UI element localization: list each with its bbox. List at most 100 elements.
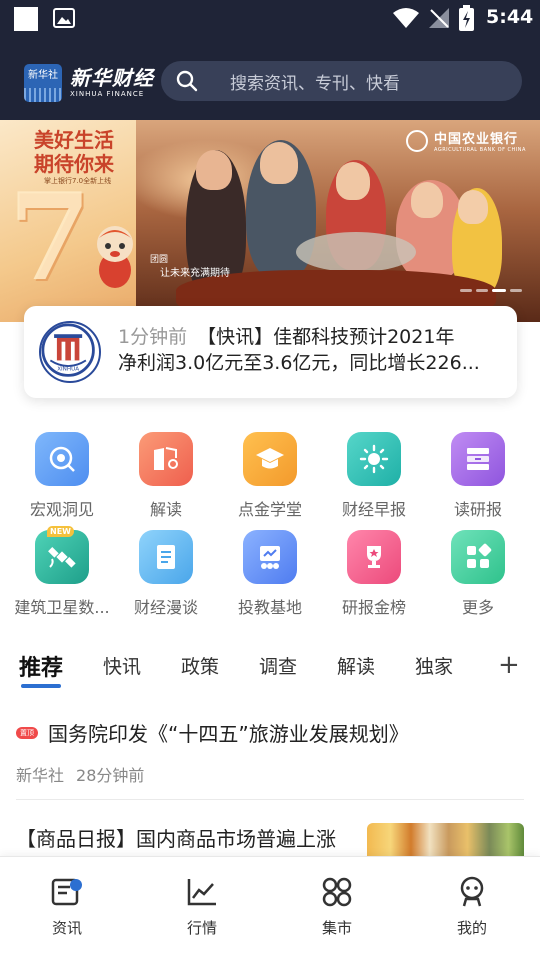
nav-profile[interactable]: 我的 xyxy=(432,875,512,938)
search-icon xyxy=(176,70,198,92)
tab-exclusive[interactable]: 独家 xyxy=(415,652,453,679)
battery-charging-icon xyxy=(459,5,474,31)
grid-item-interpretation[interactable]: 解读 xyxy=(114,432,218,520)
news-flash-card[interactable]: XINHUA 1分钟前 【快讯】佳都科技预计2021年 净利润3.0亿元至3.6亿… xyxy=(24,306,517,398)
app-logo[interactable]: 新华社 新华财经 XINHUA FINANCE xyxy=(24,64,154,102)
classroom-icon xyxy=(243,530,297,584)
grid-label: 解读 xyxy=(149,500,182,519)
nav-label: 资讯 xyxy=(51,919,82,937)
news-icon xyxy=(51,878,82,906)
grid-item-macro-insight[interactable]: 宏观洞见 xyxy=(10,432,114,520)
article-title[interactable]: 【商品日报】国内商品市场普遍上涨 xyxy=(16,824,356,854)
banner-pager-dots[interactable] xyxy=(460,289,522,292)
status-time: 5:44 xyxy=(486,6,534,28)
image-notification-icon xyxy=(53,8,75,28)
graduation-cap-icon xyxy=(243,432,297,486)
bank-name-en: AGRICULTURAL BANK OF CHINA xyxy=(434,147,526,153)
news-flash-text: 1分钟前 【快讯】佳都科技预计2021年 净利润3.0亿元至3.6亿元，同比增长2… xyxy=(118,324,506,376)
grid-label: 建筑卫星数... xyxy=(14,598,110,617)
nav-news[interactable]: 资讯 xyxy=(27,875,107,938)
profile-icon xyxy=(460,876,484,907)
article-title-row[interactable]: 置顶 国务院印发《“十四五”旅游业发展规划》 xyxy=(16,718,409,747)
sun-icon xyxy=(347,432,401,486)
tab-recommended[interactable]: 推荐 xyxy=(19,650,63,682)
tab-policy[interactable]: 政策 xyxy=(181,652,219,679)
nav-label: 集市 xyxy=(321,919,352,937)
grid-label: 财经漫谈 xyxy=(133,598,198,617)
abc-bank-icon xyxy=(406,129,428,152)
xinhua-emblem-icon: XINHUA xyxy=(39,321,101,383)
add-tab-button[interactable]: + xyxy=(498,650,520,680)
tab-interpretation[interactable]: 解读 xyxy=(337,652,375,679)
document-icon xyxy=(139,530,193,584)
grid-item-research-report[interactable]: 读研报 xyxy=(426,432,530,520)
pager-dot xyxy=(476,289,488,292)
new-badge: NEW xyxy=(47,526,74,537)
grid-item-morning-report[interactable]: 财经早报 xyxy=(322,432,426,520)
article-meta: 新华社 28分钟前 xyxy=(16,762,144,786)
logo-cn: 新华财经 xyxy=(70,66,154,90)
bottom-navigation: 资讯 行情 集市 我的 xyxy=(0,856,540,960)
tab-active-indicator xyxy=(21,684,61,688)
report-stack-icon xyxy=(451,432,505,486)
article-divider xyxy=(16,799,524,800)
article-title: 国务院印发《“十四五”旅游业发展规划》 xyxy=(48,722,409,746)
emblem-text: XINHUA xyxy=(57,367,79,373)
grid-label: 读研报 xyxy=(453,500,502,519)
pager-dot xyxy=(510,289,522,292)
promo-banner[interactable]: 7 美好生活 期待你来 掌上银行7.0全新上线 中国农业银行 AGRICULTU… xyxy=(0,120,540,322)
tab-flash[interactable]: 快讯 xyxy=(103,652,141,679)
nav-label: 行情 xyxy=(186,919,217,937)
trophy-icon xyxy=(347,530,401,584)
search-bar[interactable]: 搜索资讯、专刊、快看 xyxy=(161,61,522,101)
book-search-icon xyxy=(139,432,193,486)
article-thumbnail[interactable] xyxy=(367,823,524,857)
bank-name-cn: 中国农业银行 xyxy=(434,132,519,147)
more-grid-icon xyxy=(451,530,505,584)
no-signal-icon xyxy=(429,8,449,28)
grid-item-academy[interactable]: 点金学堂 xyxy=(218,432,322,520)
banner-left-panel: 7 美好生活 期待你来 掌上银行7.0全新上线 xyxy=(0,120,136,322)
grid-label: 财经早报 xyxy=(341,500,406,519)
logo-badge-text: 新华社 xyxy=(28,70,58,81)
grid-label: 点金学堂 xyxy=(237,500,302,519)
banner-big-number: 7 xyxy=(8,167,92,308)
logo-en: XINHUA FINANCE xyxy=(70,90,145,98)
xinhua-badge-icon: 新华社 xyxy=(24,64,62,102)
banner-slogan-line2: 期待你来 xyxy=(34,152,114,176)
nav-marketplace[interactable]: 集市 xyxy=(297,875,377,938)
status-bar: 5:44 xyxy=(0,0,540,38)
pinned-tag: 置顶 xyxy=(16,726,38,739)
tab-survey[interactable]: 调查 xyxy=(259,652,297,679)
grid-label: 宏观洞见 xyxy=(29,500,94,519)
tiger-mascot-icon xyxy=(97,226,133,288)
news-time: 1分钟前 xyxy=(118,326,188,348)
article-source: 新华社 xyxy=(16,766,65,785)
emblem-graphic: XINHUA xyxy=(41,323,95,377)
article-time: 28分钟前 xyxy=(76,766,145,785)
notification-square-icon xyxy=(14,7,38,31)
grid-item-investor-education[interactable]: 投教基地 xyxy=(218,530,322,618)
grid-label: 研报金榜 xyxy=(341,598,406,617)
grid-item-research-ranking[interactable]: 研报金榜 xyxy=(322,530,426,618)
binoculars-icon xyxy=(35,432,89,486)
nav-market-quotes[interactable]: 行情 xyxy=(162,875,242,938)
category-tabs: 推荐 快讯 政策 调查 解读 独家 + xyxy=(0,648,540,688)
satellite-icon: NEW xyxy=(35,526,89,584)
bank-logo: 中国农业银行 AGRICULTURAL BANK OF CHINA xyxy=(406,128,526,153)
grid-item-more[interactable]: 更多 xyxy=(426,530,530,618)
nav-label: 我的 xyxy=(456,919,487,937)
banner-caption-2: 让未来充满期待 xyxy=(160,268,230,279)
news-line1: 【快讯】佳都科技预计2021年 xyxy=(197,326,455,348)
pager-dot xyxy=(460,289,472,292)
grid-item-building-satellite[interactable]: NEW 建筑卫星数... xyxy=(10,526,114,618)
market-icon xyxy=(322,877,352,907)
pager-dot-active xyxy=(492,289,506,292)
grid-item-finance-talk[interactable]: 财经漫谈 xyxy=(114,530,218,618)
news-line2: 净利润3.0亿元至3.6亿元，同比增长226... xyxy=(118,352,480,374)
chart-icon xyxy=(187,879,216,906)
logo-text: 新华财经 XINHUA FINANCE xyxy=(70,67,154,99)
search-placeholder: 搜索资讯、专刊、快看 xyxy=(230,73,400,94)
grid-label: 更多 xyxy=(461,598,494,617)
wifi-icon xyxy=(393,8,419,28)
